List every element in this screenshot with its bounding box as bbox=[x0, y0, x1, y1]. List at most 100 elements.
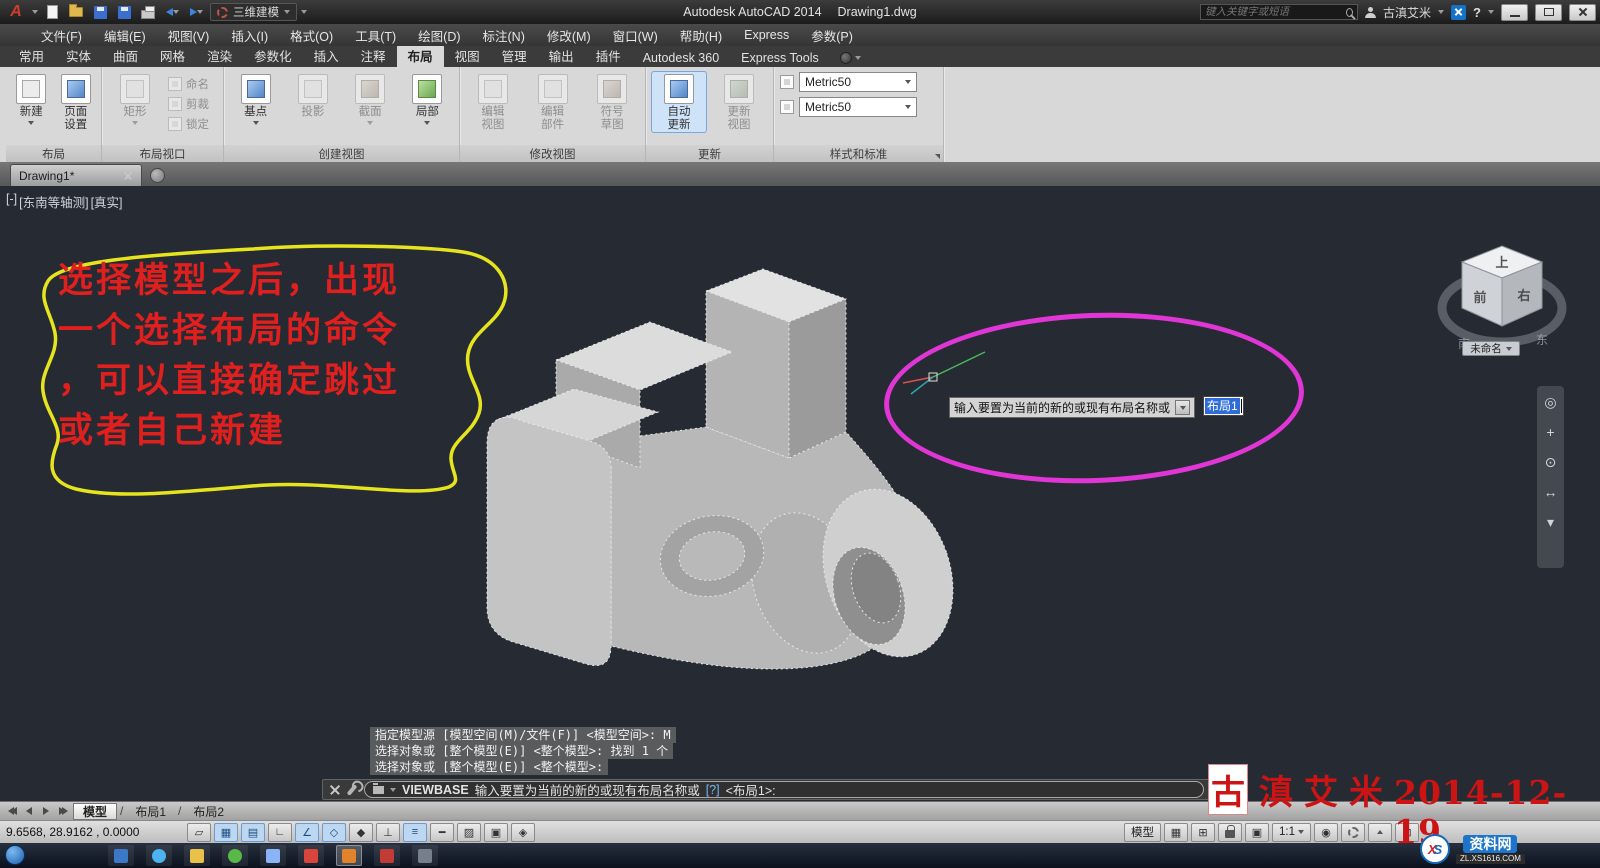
search-input[interactable] bbox=[1205, 6, 1342, 18]
tab-output[interactable]: 输出 bbox=[538, 44, 585, 67]
ribbon-options-button[interactable] bbox=[840, 52, 861, 67]
toggle-transparency[interactable]: ▨ bbox=[457, 823, 481, 842]
taskbar-app-icon[interactable] bbox=[374, 845, 400, 866]
toggle-object-snap[interactable]: ◇ bbox=[322, 823, 346, 842]
menu-window[interactable]: 窗口(W) bbox=[602, 24, 669, 46]
viewport-minus-control[interactable]: [-] bbox=[6, 192, 17, 211]
maximize-button[interactable] bbox=[1535, 4, 1562, 21]
taskbar-app-icon[interactable] bbox=[108, 845, 134, 866]
next-layout-icon[interactable] bbox=[39, 804, 53, 818]
update-view-button[interactable]: 更新视图 bbox=[712, 72, 766, 132]
tab-manage[interactable]: 管理 bbox=[491, 44, 538, 67]
plot-button[interactable] bbox=[138, 3, 158, 21]
layout2-tab[interactable]: 布局2 bbox=[184, 803, 233, 820]
last-layout-icon[interactable] bbox=[56, 804, 70, 818]
taskbar-browser-icon[interactable] bbox=[146, 845, 172, 866]
zoom-icon[interactable]: ⊙ bbox=[1540, 450, 1561, 474]
taskbar-app-icon[interactable] bbox=[412, 845, 438, 866]
panel-modify-view-title[interactable]: 修改视图 bbox=[460, 145, 645, 162]
tab-annotate[interactable]: 注释 bbox=[350, 44, 397, 67]
command-options[interactable]: [?] bbox=[706, 783, 720, 797]
tab-render[interactable]: 渲染 bbox=[196, 44, 243, 67]
projected-view-button[interactable]: 投影 bbox=[287, 72, 338, 119]
menu-dimension[interactable]: 标注(N) bbox=[472, 24, 536, 46]
panel-update-title[interactable]: 更新 bbox=[646, 145, 773, 162]
new-drawing-icon[interactable] bbox=[150, 168, 165, 183]
tab-surface[interactable]: 曲面 bbox=[102, 44, 149, 67]
drafting-standard-select[interactable]: Metric50 bbox=[799, 72, 917, 92]
new-layout-button[interactable]: 新建 bbox=[12, 72, 51, 125]
saveas-button[interactable] bbox=[114, 3, 134, 21]
edit-component-button[interactable]: 编辑部件 bbox=[526, 72, 580, 132]
menu-format[interactable]: 格式(O) bbox=[279, 24, 344, 46]
auto-update-button[interactable]: 自动更新 bbox=[652, 72, 706, 132]
first-layout-icon[interactable] bbox=[5, 804, 19, 818]
clip-viewport-button[interactable]: 剪裁 bbox=[168, 95, 209, 112]
layer-style-select[interactable]: Metric50 bbox=[799, 97, 917, 117]
command-close-icon[interactable] bbox=[330, 785, 340, 795]
toggle-dynamic-ucs[interactable]: ⊥ bbox=[376, 823, 400, 842]
command-customize-icon[interactable] bbox=[347, 784, 358, 796]
menu-tools[interactable]: 工具(T) bbox=[344, 24, 407, 46]
menu-file[interactable]: 文件(F) bbox=[30, 24, 93, 46]
open-button[interactable] bbox=[66, 3, 86, 21]
toggle-ortho-mode[interactable]: ∟ bbox=[268, 823, 292, 842]
panel-create-view-title[interactable]: 创建视图 bbox=[224, 145, 459, 162]
taskbar-app-icon[interactable] bbox=[222, 845, 248, 866]
panel-expander-icon[interactable] bbox=[935, 154, 940, 159]
toggle-lineweight[interactable]: ━ bbox=[430, 823, 454, 842]
toggle-dynamic-input[interactable]: ≡ bbox=[403, 823, 427, 842]
toggle-infer-constraints[interactable]: ▱ bbox=[187, 823, 211, 842]
signin-caret-icon[interactable] bbox=[1438, 10, 1444, 14]
viewcube-unnamed-view-button[interactable]: 未命名 bbox=[1462, 341, 1520, 356]
tab-view[interactable]: 视图 bbox=[444, 44, 491, 67]
dynamic-input-field[interactable]: 布局1 bbox=[1203, 396, 1244, 416]
qat-menu-caret-icon[interactable] bbox=[301, 10, 307, 14]
signin-user[interactable]: 古滇艾米 bbox=[1383, 4, 1431, 21]
dynamic-input-history-button[interactable] bbox=[1175, 400, 1190, 415]
workspace-switcher[interactable]: 三维建模 bbox=[210, 3, 297, 21]
model-space-button[interactable]: 模型 bbox=[1124, 823, 1161, 842]
start-button[interactable] bbox=[5, 845, 25, 865]
app-menu-caret-icon[interactable] bbox=[32, 10, 38, 14]
minimize-button[interactable] bbox=[1501, 4, 1528, 21]
toggle-polar-tracking[interactable]: ∠ bbox=[295, 823, 319, 842]
lock-viewport-button[interactable]: 锁定 bbox=[168, 115, 209, 132]
toggle-snap-mode[interactable]: ▦ bbox=[214, 823, 238, 842]
tab-plugins[interactable]: 插件 bbox=[585, 44, 632, 67]
close-button[interactable] bbox=[1569, 4, 1596, 21]
menu-modify[interactable]: 修改(M) bbox=[536, 24, 602, 46]
menu-draw[interactable]: 绘图(D) bbox=[407, 24, 471, 46]
menu-help[interactable]: 帮助(H) bbox=[669, 24, 733, 46]
panel-layout-title[interactable]: 布局 bbox=[6, 145, 101, 162]
menu-express[interactable]: Express bbox=[733, 24, 800, 46]
tab-insert[interactable]: 插入 bbox=[303, 44, 350, 67]
command-input[interactable]: VIEWBASE 输入要置为当前的新的或现有布局名称或 [?] <布局1>: bbox=[364, 781, 1204, 798]
tab-solid[interactable]: 实体 bbox=[55, 44, 102, 67]
edit-view-button[interactable]: 编辑视图 bbox=[466, 72, 520, 132]
page-setup-button[interactable]: 页面设置 bbox=[57, 72, 96, 132]
tab-mesh[interactable]: 网格 bbox=[149, 44, 196, 67]
toggle-quick-properties[interactable]: ▣ bbox=[484, 823, 508, 842]
panel-styles-title[interactable]: 样式和标准 bbox=[774, 145, 943, 162]
toggle-selection-cycling[interactable]: ◈ bbox=[511, 823, 535, 842]
recent-commands-icon[interactable] bbox=[373, 786, 384, 794]
autocad-logo-icon[interactable]: A bbox=[4, 3, 28, 21]
taskbar-app-icon[interactable] bbox=[298, 845, 324, 866]
tab-home[interactable]: 常用 bbox=[8, 44, 55, 67]
taskbar-explorer-icon[interactable] bbox=[184, 845, 210, 866]
toggle-3d-object-snap[interactable]: ◆ bbox=[349, 823, 373, 842]
menu-parametric[interactable]: 参数(P) bbox=[800, 24, 864, 46]
menu-view[interactable]: 视图(V) bbox=[157, 24, 221, 46]
section-view-button[interactable]: 截面 bbox=[345, 72, 396, 125]
navbar-more-icon[interactable]: ▾ bbox=[1540, 510, 1561, 534]
named-viewport-button[interactable]: 命名 bbox=[168, 75, 209, 92]
base-view-button[interactable]: 基点 bbox=[230, 72, 281, 125]
coordinate-display[interactable]: 9.6568, 28.9162 , 0.0000 bbox=[6, 825, 184, 839]
redo-button[interactable] bbox=[186, 3, 206, 21]
tab-layout[interactable]: 布局 bbox=[397, 44, 444, 67]
tab-parametric[interactable]: 参数化 bbox=[243, 44, 303, 67]
orbit-icon[interactable]: ↔ bbox=[1540, 480, 1561, 504]
recent-commands-caret-icon[interactable] bbox=[390, 788, 396, 792]
save-button[interactable] bbox=[90, 3, 110, 21]
